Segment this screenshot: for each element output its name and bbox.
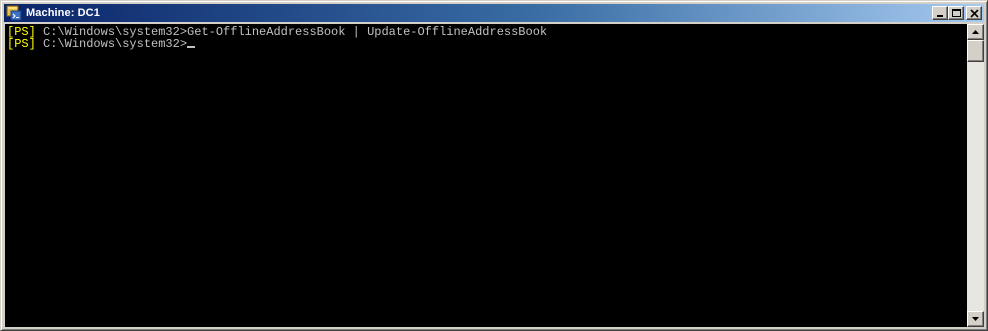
prompt-tag: [PS]: [7, 37, 36, 51]
arrow-up-icon: [972, 30, 979, 34]
powershell-console-icon[interactable]: [6, 5, 22, 21]
maximize-button[interactable]: [948, 6, 964, 20]
console-line: [PS] C:\Windows\system32>: [7, 37, 196, 51]
prompt-text: C:\Windows\system32>: [35, 37, 188, 51]
maximize-icon: [952, 9, 961, 17]
minimize-button[interactable]: [932, 6, 948, 20]
window-controls: [932, 6, 982, 20]
vertical-scrollbar[interactable]: [967, 24, 984, 327]
close-icon: [970, 9, 979, 18]
console-window: Machine: DC1 [PS] C:\Windows\system32>Ge…: [0, 0, 988, 331]
scroll-up-button[interactable]: [967, 24, 984, 40]
minimize-icon: [937, 15, 943, 17]
scrollbar-thumb[interactable]: [967, 40, 984, 62]
window-title: Machine: DC1: [26, 7, 100, 19]
arrow-down-icon: [972, 317, 979, 321]
title-bar[interactable]: Machine: DC1: [4, 4, 984, 22]
close-button[interactable]: [966, 6, 982, 20]
console-output[interactable]: [PS] C:\Windows\system32>Get-OfflineAddr…: [5, 24, 967, 327]
scroll-down-button[interactable]: [967, 311, 984, 327]
text-cursor: [187, 46, 196, 48]
